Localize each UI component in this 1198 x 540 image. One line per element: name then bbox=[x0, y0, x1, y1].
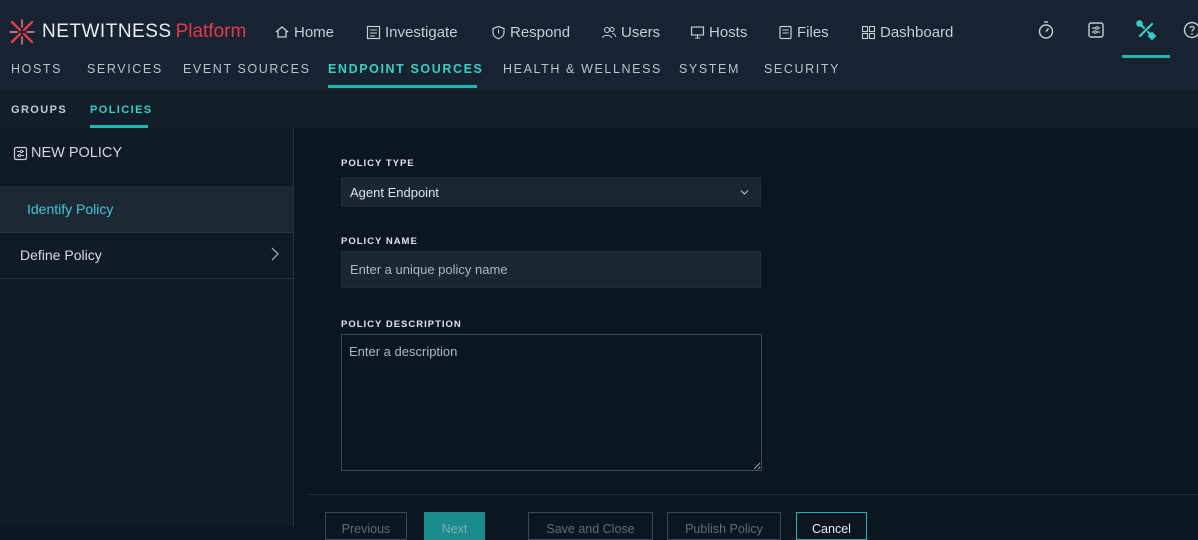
previous-button-label: Previous bbox=[342, 522, 391, 536]
policy-description-textarea[interactable] bbox=[341, 334, 762, 471]
tab-services[interactable]: SERVICES bbox=[87, 62, 163, 76]
top-navigation-bar: NETWITNESS Platform Home Investigate Res… bbox=[0, 0, 1198, 64]
policy-name-label: POLICY NAME bbox=[341, 236, 418, 247]
next-button[interactable]: Next bbox=[424, 512, 485, 540]
cancel-button[interactable]: Cancel bbox=[796, 512, 867, 540]
netwitness-logo-icon bbox=[8, 18, 36, 46]
cancel-button-label: Cancel bbox=[812, 522, 851, 536]
users-icon bbox=[601, 25, 617, 40]
nav-label: Respond bbox=[510, 24, 570, 41]
notes-icon bbox=[1087, 21, 1105, 39]
subtab-groups[interactable]: GROUPS bbox=[11, 104, 67, 116]
nav-investigate[interactable]: Investigate bbox=[366, 0, 458, 64]
nav-files[interactable]: Files bbox=[778, 0, 829, 64]
nav-label: Investigate bbox=[385, 24, 458, 41]
publish-policy-button[interactable]: Publish Policy bbox=[667, 512, 781, 540]
sidebar-title: NEW POLICY bbox=[13, 145, 122, 161]
subtab-policies[interactable]: POLICIES bbox=[90, 104, 153, 116]
policy-description-label: POLICY DESCRIPTION bbox=[341, 319, 462, 330]
tab-endpoint-sources[interactable]: ENDPOINT SOURCES bbox=[328, 62, 483, 76]
tab-health-and-wellness[interactable]: HEALTH & WELLNESS bbox=[503, 62, 662, 76]
nav-label: Users bbox=[621, 24, 660, 41]
timer-icon bbox=[1037, 20, 1055, 40]
footer-divider bbox=[309, 494, 1198, 495]
admin-tools-icon bbox=[1135, 19, 1157, 41]
nav-dashboard[interactable]: Dashboard bbox=[861, 0, 953, 64]
chevron-right-icon bbox=[270, 247, 280, 261]
notes-button[interactable] bbox=[1084, 18, 1108, 42]
brand-name: NETWITNESS bbox=[42, 21, 172, 43]
help-button[interactable] bbox=[1180, 18, 1198, 42]
policy-type-label: POLICY TYPE bbox=[341, 158, 415, 169]
save-and-close-label: Save and Close bbox=[546, 522, 634, 536]
tab-hosts[interactable]: HOSTS bbox=[11, 62, 62, 76]
step-label: Identify Policy bbox=[27, 201, 113, 217]
nav-label: Hosts bbox=[709, 24, 747, 41]
nav-home[interactable]: Home bbox=[274, 0, 334, 64]
sub-tabs: GROUPS POLICIES bbox=[0, 90, 1198, 128]
nav-label: Files bbox=[797, 24, 829, 41]
investigate-icon bbox=[366, 25, 381, 40]
timer-button[interactable] bbox=[1034, 18, 1058, 42]
hosts-icon bbox=[690, 25, 705, 40]
tab-system[interactable]: SYSTEM bbox=[679, 62, 740, 76]
nav-respond[interactable]: Respond bbox=[491, 0, 570, 64]
policy-wizard-sidebar: NEW POLICY Identify Policy Define Policy bbox=[0, 128, 294, 527]
admin-tools-button[interactable] bbox=[1134, 18, 1158, 42]
netwitness-logo[interactable]: NETWITNESS Platform bbox=[8, 4, 246, 60]
nav-label: Home bbox=[294, 24, 334, 41]
home-icon bbox=[274, 24, 290, 40]
next-button-label: Next bbox=[442, 522, 468, 536]
chevron-down-icon bbox=[740, 189, 749, 196]
publish-policy-label: Publish Policy bbox=[685, 522, 763, 536]
policy-name-input[interactable] bbox=[341, 251, 761, 288]
admin-tabs: HOSTS SERVICES EVENT SOURCES ENDPOINT SO… bbox=[0, 58, 1198, 90]
save-and-close-button[interactable]: Save and Close bbox=[528, 512, 653, 540]
sidebar-title-text: NEW POLICY bbox=[31, 145, 122, 161]
policy-icon bbox=[13, 146, 28, 161]
shield-icon bbox=[491, 25, 506, 40]
previous-button[interactable]: Previous bbox=[325, 512, 407, 540]
tab-event-sources[interactable]: EVENT SOURCES bbox=[183, 62, 311, 76]
step-define-policy[interactable]: Define Policy bbox=[0, 232, 293, 279]
active-tab-indicator bbox=[328, 85, 477, 88]
step-label: Define Policy bbox=[20, 247, 102, 263]
policy-type-value: Agent Endpoint bbox=[350, 185, 439, 200]
files-icon bbox=[778, 25, 793, 40]
brand-product: Platform bbox=[176, 21, 247, 43]
policy-type-select[interactable]: Agent Endpoint bbox=[341, 177, 761, 207]
tab-security[interactable]: SECURITY bbox=[764, 62, 840, 76]
nav-hosts[interactable]: Hosts bbox=[690, 0, 747, 64]
dashboard-icon bbox=[861, 25, 876, 40]
step-identify-policy[interactable]: Identify Policy bbox=[0, 186, 293, 233]
nav-users[interactable]: Users bbox=[601, 0, 660, 64]
help-icon bbox=[1183, 21, 1198, 39]
nav-label: Dashboard bbox=[880, 24, 953, 41]
